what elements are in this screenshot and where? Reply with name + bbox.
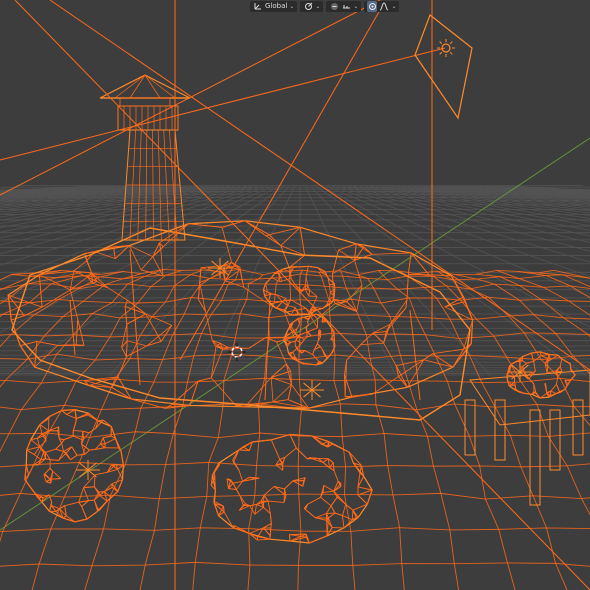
chevron-down-icon: ⌄: [289, 2, 295, 10]
chevron-down-icon: ⌄: [315, 2, 321, 10]
viewport-scene[interactable]: [0, 0, 590, 590]
falloff-curve-icon[interactable]: [379, 1, 389, 12]
chevron-down-icon: ⌄: [353, 2, 359, 10]
snap-icon[interactable]: [329, 1, 339, 12]
3d-viewport[interactable]: Global ⌄ ⌄ ⌄ ⌄: [0, 0, 590, 590]
orientation-axes-icon: [253, 1, 263, 12]
pivot-point-dropdown[interactable]: ⌄: [300, 0, 324, 12]
viewport-background: [0, 0, 590, 590]
transform-orientation-label: Global: [265, 2, 288, 10]
chevron-down-icon: ⌄: [391, 2, 397, 10]
proportional-editing-icon[interactable]: [367, 0, 378, 12]
transform-pivot-icon: [303, 1, 313, 12]
viewport-header-toolbar: Global ⌄ ⌄ ⌄ ⌄: [250, 0, 400, 12]
transform-orientation-dropdown[interactable]: Global ⌄: [250, 0, 298, 12]
snap-controls[interactable]: ⌄: [326, 0, 362, 12]
snap-increment-icon[interactable]: [341, 1, 351, 12]
proportional-editing-controls[interactable]: ⌄: [364, 0, 400, 12]
